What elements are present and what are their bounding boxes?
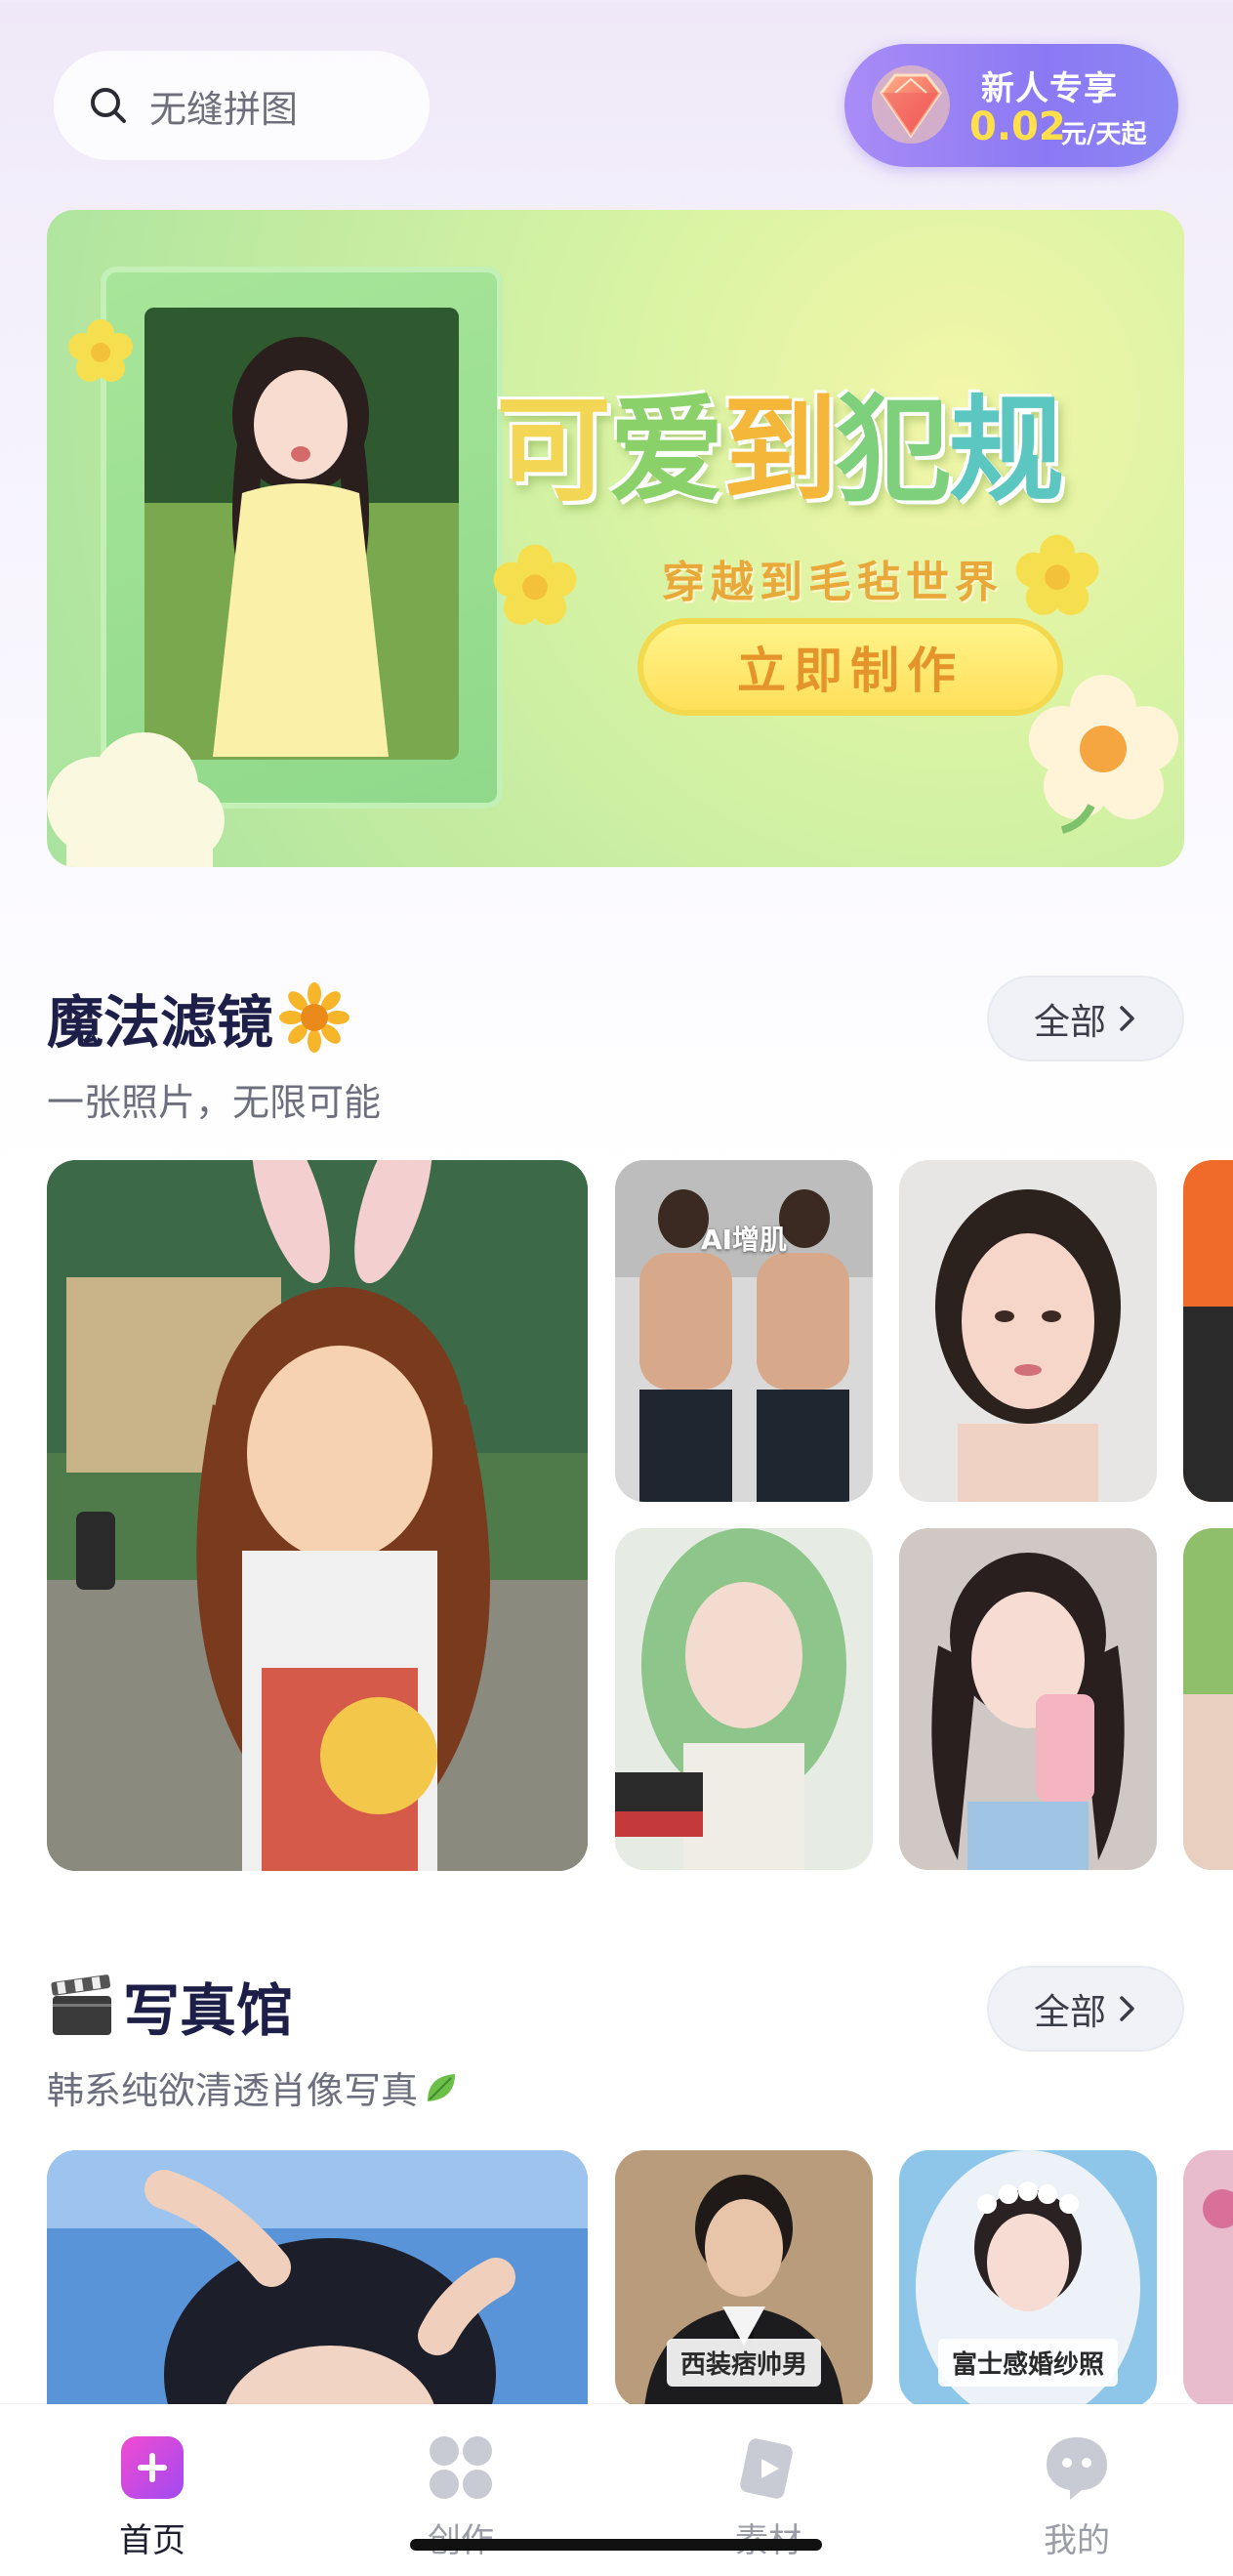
leaf-icon (428, 2073, 456, 2101)
filter-card-anime[interactable] (47, 1160, 588, 1871)
section-title-photo-studio: 写真馆 (47, 1965, 293, 2047)
headline-char-3: 到 (722, 383, 838, 518)
banner-cta-button[interactable]: 立即制作 (637, 618, 1063, 716)
media-card-icon (740, 2438, 793, 2499)
diamond-icon (872, 65, 950, 144)
banner-subtitle: 穿越到毛毡世界 (662, 558, 1004, 607)
plus-icon (121, 2436, 184, 2499)
tab-materials-label: 素材 (690, 2514, 846, 2561)
promo-title: 新人专享 (981, 69, 1118, 108)
filter-card-green-hair[interactable] (615, 1528, 873, 1870)
sunflower-icon (279, 982, 350, 1053)
section-subtitle-photo-studio: 韩系纯欲清透肖像写真 (47, 2060, 461, 2114)
filter-card-ai-muscle[interactable]: AI增肌 (615, 1160, 873, 1502)
filter-card-portrait[interactable] (899, 1160, 1157, 1502)
chevron-right-icon (1120, 1006, 1134, 1031)
new-user-promo-button[interactable]: 新人专享 0.02 元/天起 (844, 44, 1178, 167)
filter-card-partial-2[interactable] (1183, 1528, 1233, 1870)
grid-icon (430, 2436, 492, 2499)
filter-tag-ai-muscle: AI增肌 (700, 1224, 788, 1256)
headline-char-1: 可 (496, 383, 611, 518)
cloud-icon (47, 732, 225, 867)
headline-char-4: 犯 (836, 383, 951, 518)
headline-char-5: 规 (949, 383, 1064, 518)
filter-card-partial-1[interactable] (1183, 1160, 1233, 1502)
search-bar[interactable]: 无缝拼图 (54, 51, 430, 160)
studio-label-suit-man: 西装痞帅男 (666, 2339, 822, 2387)
studio-label-wedding: 富士感婚纱照 (937, 2339, 1119, 2387)
clapperboard-icon (51, 1974, 111, 2035)
flower-icon (493, 544, 577, 625)
search-placeholder: 无缝拼图 (149, 87, 299, 131)
studio-card-partial[interactable] (1183, 2150, 1233, 2408)
top-bar: 无缝拼图 新人专享 0.02 元/天起 (0, 0, 1233, 195)
banner-headline: 可爱到犯规 (496, 356, 1184, 523)
filter-card-twin-braids[interactable] (899, 1528, 1157, 1870)
tab-profile-label: 我的 (1044, 2521, 1110, 2560)
section-subtitle-magic-filter: 一张照片，无限可能 (47, 1081, 382, 1124)
section-title-text: 写真馆 (123, 1977, 294, 2044)
chat-face-icon (1047, 2437, 1107, 2500)
studio-card-suit-man[interactable]: 西装痞帅男 (615, 2150, 873, 2408)
magic-filter-all-button[interactable]: 全部 (987, 976, 1184, 1061)
section-title-magic-filter: 魔法滤镜 (47, 976, 350, 1059)
flower-icon (68, 319, 133, 382)
felt-flower-icon (1029, 675, 1178, 834)
all-button-label: 全部 (1034, 1001, 1106, 1043)
tab-home[interactable]: 首页 (74, 2433, 230, 2570)
all-button-label: 全部 (1034, 1991, 1106, 2033)
search-icon (91, 88, 126, 123)
flower-icon (1015, 534, 1099, 615)
home-indicator (410, 2539, 822, 2551)
section-title-text: 魔法滤镜 (47, 989, 274, 1056)
banner-photo (144, 308, 459, 760)
tab-home-label: 首页 (119, 2521, 185, 2560)
promo-unit: 元/天起 (1061, 120, 1147, 149)
hero-banner[interactable]: 可爱到犯规 穿越到毛毡世界 立即制作 (47, 210, 1184, 867)
studio-card-korean-boy[interactable] (47, 2150, 588, 2443)
tab-create-label: 创作 (383, 2514, 539, 2561)
tab-profile[interactable]: 我的 (999, 2433, 1155, 2570)
chevron-right-icon (1120, 1996, 1134, 2021)
photo-studio-all-button[interactable]: 全部 (987, 1966, 1184, 2052)
studio-card-wedding[interactable]: 富士感婚纱照 (899, 2150, 1157, 2408)
section-subtitle-text: 韩系纯欲清透肖像写真 (47, 2069, 419, 2112)
headline-char-2: 爱 (609, 383, 724, 518)
promo-price: 0.02 (969, 104, 1066, 149)
